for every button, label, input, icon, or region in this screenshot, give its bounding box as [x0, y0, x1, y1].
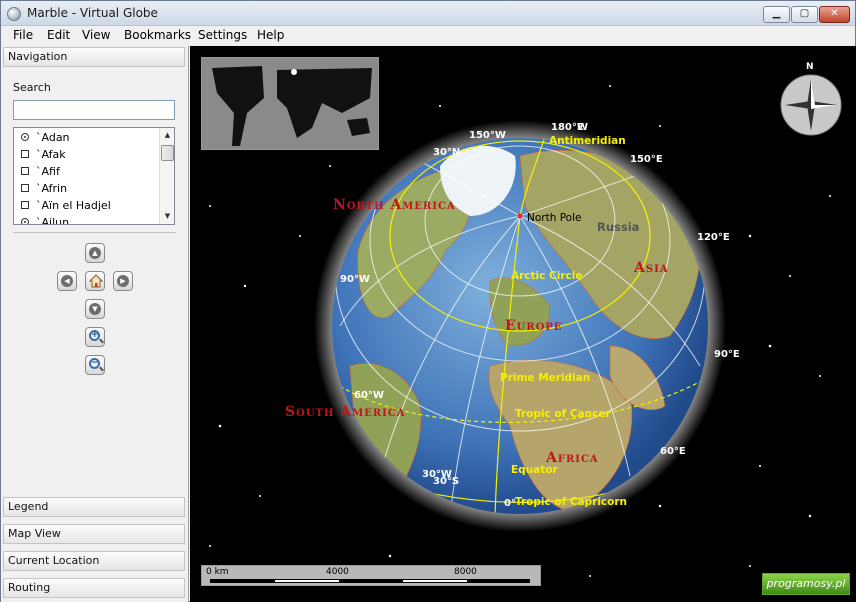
continent-label-europe: Europe	[505, 318, 563, 334]
scale-bar: 0 km 4000 8000	[201, 565, 541, 586]
continent-label-asia: Asia	[634, 260, 669, 276]
scale-segment	[211, 580, 275, 582]
go-home-button[interactable]	[85, 271, 105, 291]
place-label-russia: Russia	[597, 220, 640, 234]
scale-label-mid: 4000	[326, 567, 349, 577]
list-item[interactable]: `Afif	[14, 163, 158, 180]
town-icon	[21, 184, 29, 192]
town-icon	[21, 201, 29, 209]
overview-map[interactable]	[201, 57, 379, 150]
current-location-panel-header[interactable]: Current Location	[3, 551, 185, 571]
map-view[interactable]: N 150°W 180°E W 150°E 30°N 120°E 90°W 90…	[190, 46, 856, 602]
list-item[interactable]: `Afrin	[14, 180, 158, 197]
scroll-up-icon[interactable]: ▲	[160, 128, 174, 143]
arrow-left-icon: ◀	[61, 275, 73, 287]
routing-panel-header[interactable]: Routing	[3, 578, 185, 598]
menu-settings[interactable]: Settings	[198, 28, 247, 42]
pan-up-button[interactable]: ▲	[85, 243, 105, 263]
list-item[interactable]: `Ajlun	[14, 214, 158, 224]
pan-down-button[interactable]: ▼	[85, 299, 105, 319]
grid-label-90w: 90°W	[340, 274, 370, 285]
continent-label-south-america: South America	[285, 404, 406, 420]
menu-view[interactable]: View	[82, 28, 110, 42]
grid-label-60w: 60°W	[354, 390, 384, 401]
menu-edit[interactable]: Edit	[47, 28, 70, 42]
minimize-icon: ▁	[772, 8, 781, 19]
line-label-arctic-circle: Arctic Circle	[511, 270, 583, 282]
list-item[interactable]: `Aïn el Hadjel	[14, 197, 158, 214]
list-scrollbar[interactable]: ▲ ▼	[159, 128, 174, 224]
grid-label-180w-suffix: W	[577, 122, 589, 133]
town-icon	[21, 150, 29, 158]
title-bar[interactable]: Marble - Virtual Globe ▁ ▢ ✕	[1, 1, 855, 26]
pan-left-button[interactable]: ◀	[57, 271, 77, 291]
scale-label-start: 0 km	[206, 567, 229, 577]
marble-window: Marble - Virtual Globe ▁ ▢ ✕ File Edit V…	[0, 0, 856, 602]
scale-line	[210, 579, 530, 583]
watermark-logo: programosy.pl	[762, 573, 850, 595]
zoom-out-button[interactable]: −	[85, 355, 105, 375]
grid-label-30n: 30°N	[433, 147, 461, 158]
city-icon	[21, 218, 29, 224]
menu-bookmarks[interactable]: Bookmarks	[124, 28, 191, 42]
maximize-button[interactable]: ▢	[791, 6, 818, 23]
pan-right-button[interactable]: ▶	[113, 271, 133, 291]
window-title: Marble - Virtual Globe	[27, 6, 158, 20]
list-item[interactable]: `Adan	[14, 129, 158, 146]
menu-help[interactable]: Help	[257, 28, 284, 42]
arrow-up-icon: ▲	[89, 247, 101, 259]
line-label-tropic-of-capricorn: Tropic of Capricorn	[515, 496, 628, 508]
zoom-in-icon: +	[89, 330, 100, 341]
arrow-right-icon: ▶	[117, 275, 129, 287]
arrow-down-icon: ▼	[89, 303, 101, 315]
marble-app-icon	[7, 7, 21, 21]
search-label: Search	[13, 81, 51, 94]
sidebar: Navigation Search `Adan `Afak `Afif `Afr…	[1, 46, 189, 602]
continent-label-north-america: North America	[333, 197, 456, 213]
grid-label-60e: 60°E	[660, 446, 686, 457]
line-label-tropic-of-cancer: Tropic of Cancer	[515, 408, 611, 420]
placemark-list[interactable]: `Adan `Afak `Afif `Afrin `Aïn el Hadjel …	[13, 127, 175, 225]
continent-label-africa: Africa	[546, 450, 599, 466]
scale-segment	[467, 580, 529, 582]
legend-panel-header[interactable]: Legend	[3, 497, 185, 517]
world-overview-icon	[202, 58, 378, 149]
scale-label-end: 8000	[454, 567, 477, 577]
scroll-thumb[interactable]	[161, 145, 174, 161]
grid-label-150e: 150°E	[630, 154, 663, 165]
menu-file[interactable]: File	[13, 28, 33, 42]
grid-label-30s: 30°S	[433, 476, 460, 487]
place-label-north-pole: North Pole	[527, 212, 582, 224]
home-icon	[89, 274, 103, 288]
close-icon: ✕	[830, 8, 839, 19]
grid-label-150w: 150°W	[469, 130, 506, 141]
zoom-in-button[interactable]: +	[85, 327, 105, 347]
map-view-panel-header[interactable]: Map View	[3, 524, 185, 544]
town-icon	[21, 167, 29, 175]
north-pole-marker	[517, 213, 523, 219]
navigation-separator	[13, 232, 176, 233]
compass-letter: N	[806, 62, 814, 72]
search-input[interactable]	[13, 100, 175, 120]
line-label-prime-meridian: Prime Meridian	[500, 372, 591, 384]
grid-label-90e: 90°E	[714, 349, 740, 360]
zoom-out-icon: −	[89, 358, 100, 369]
navigation-panel-header[interactable]: Navigation	[3, 47, 185, 67]
scroll-down-icon[interactable]: ▼	[160, 209, 174, 224]
city-icon	[21, 133, 29, 141]
menu-bar: File Edit View Bookmarks Settings Help	[1, 26, 855, 46]
scale-segment	[339, 580, 403, 582]
compass: N	[780, 62, 842, 136]
list-item[interactable]: `Afak	[14, 146, 158, 163]
minimize-button[interactable]: ▁	[763, 6, 790, 23]
close-button[interactable]: ✕	[819, 6, 850, 23]
compass-rose-icon	[780, 74, 842, 136]
line-label-antimeridian: Antimeridian	[549, 135, 626, 147]
maximize-icon: ▢	[799, 8, 810, 19]
grid-label-120e: 120°E	[697, 232, 730, 243]
